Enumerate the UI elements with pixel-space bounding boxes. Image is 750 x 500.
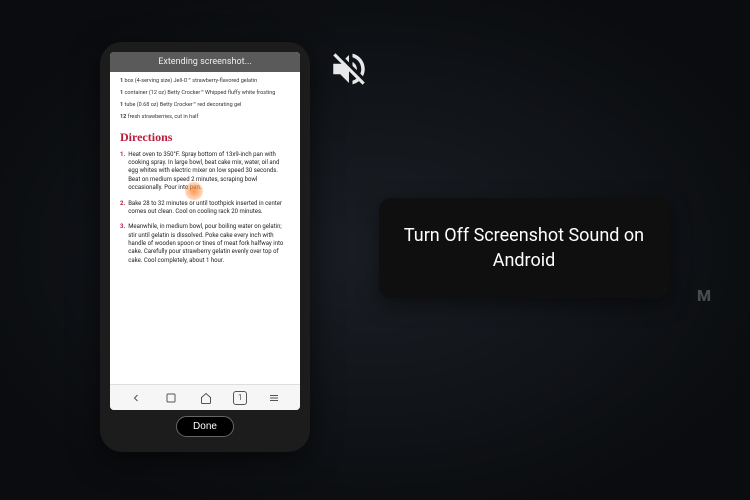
tabs-count[interactable]: 1 bbox=[233, 391, 247, 405]
back-icon[interactable] bbox=[128, 390, 144, 406]
done-button[interactable]: Done bbox=[176, 416, 234, 437]
direction-step: 1. Heat oven to 350°F. Spray bottom of 1… bbox=[120, 151, 290, 193]
menu-icon[interactable] bbox=[266, 390, 282, 406]
tabs-icon[interactable] bbox=[163, 390, 179, 406]
step-text: Heat oven to 350°F. Spray bottom of 13x9… bbox=[128, 151, 290, 193]
direction-step: 3. Meanwhile, in medium bowl, pour boili… bbox=[120, 223, 290, 265]
screenshot-status-bar: Extending screenshot... bbox=[110, 52, 300, 72]
phone-frame: Extending screenshot... 1 box (4-serving… bbox=[100, 42, 310, 452]
done-row: Done bbox=[110, 410, 300, 442]
ingredient-item: 1 tube (0.68 oz) Betty Crocker™ red deco… bbox=[120, 102, 290, 109]
tooltip-text: Turn Off Screenshot Sound on Android bbox=[403, 223, 645, 273]
step-number: 2. bbox=[120, 200, 125, 217]
ingredient-item: 1 box (4-serving size) Jell-O™ strawberr… bbox=[120, 78, 290, 85]
direction-step: 2. Bake 28 to 32 minutes or until toothp… bbox=[120, 200, 290, 217]
browser-navbar: 1 bbox=[110, 384, 300, 410]
recipe-content: 1 box (4-serving size) Jell-O™ strawberr… bbox=[110, 72, 300, 384]
title-tooltip: Turn Off Screenshot Sound on Android bbox=[379, 198, 669, 298]
step-text: Meanwhile, in medium bowl, pour boiling … bbox=[128, 223, 290, 265]
ingredient-item: 1 container (12 oz) Betty Crocker™ Whipp… bbox=[120, 90, 290, 97]
volume-muted-icon bbox=[328, 48, 370, 90]
phone-screen: Extending screenshot... 1 box (4-serving… bbox=[110, 52, 300, 410]
step-number: 3. bbox=[120, 223, 125, 265]
brand-watermark: M bbox=[697, 286, 710, 305]
ingredient-item: 12 fresh strawberries, cut in half bbox=[120, 114, 290, 121]
home-icon[interactable] bbox=[198, 390, 214, 406]
step-text: Bake 28 to 32 minutes or until toothpick… bbox=[128, 200, 290, 217]
step-number: 1. bbox=[120, 151, 125, 193]
directions-heading: Directions bbox=[120, 130, 290, 145]
